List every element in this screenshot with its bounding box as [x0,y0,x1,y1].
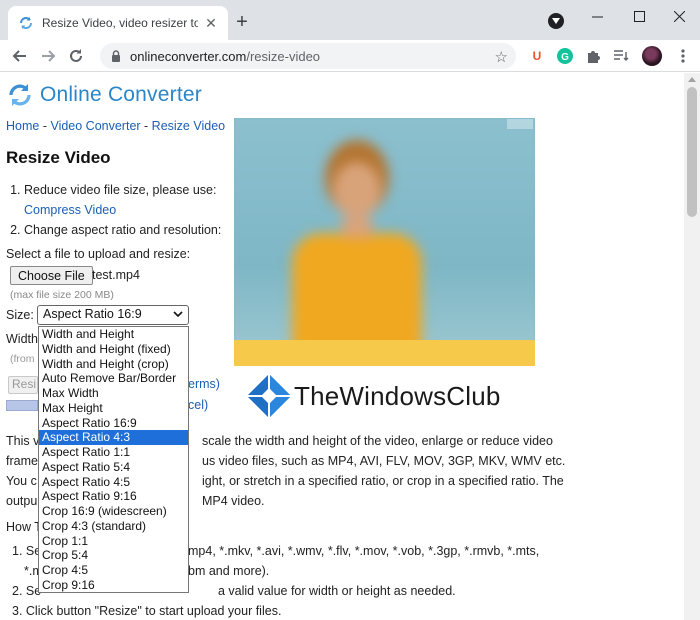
size-option[interactable]: Width and Height (fixed) [39,342,188,357]
size-option[interactable]: Max Height [39,401,188,416]
size-option[interactable]: Crop 4:5 [39,563,188,578]
browser-tab[interactable]: Resize Video, video resizer to sca ✕ [8,6,228,40]
size-select[interactable]: Aspect Ratio 16:9 [37,305,189,325]
step-item: Reduce video file size, please use: Comp… [24,180,234,220]
max-size-hint: (max file size 200 MB) [10,289,114,301]
minimize-icon[interactable] [576,4,618,28]
width-label: Width [6,332,38,346]
size-label: Size: [6,308,34,322]
page-title: Resize Video [6,148,111,167]
size-option[interactable]: Crop 16:9 (widescreen) [39,504,188,519]
size-option[interactable]: Crop 4:3 (standard) [39,519,188,534]
breadcrumb-video-converter[interactable]: Video Converter [50,119,140,133]
bookmark-star-icon[interactable]: ☆ [495,48,508,66]
menu-kebab-icon[interactable] [674,47,692,65]
size-option[interactable]: Aspect Ratio 1:1 [39,445,188,460]
windows-logo-icon [247,374,291,418]
svg-text:G: G [561,52,569,63]
advertisement-image[interactable] [234,118,535,366]
breadcrumb-resize-video[interactable]: Resize Video [152,119,225,133]
upload-progress-bar [6,400,38,411]
forward-arrow-icon[interactable] [36,44,60,68]
chevron-down-icon [173,307,183,321]
refresh-arrows-icon [9,84,31,106]
scroll-thumb[interactable] [687,87,697,217]
back-arrow-icon[interactable] [8,44,32,68]
url-text: onlineconverter.com/resize-video [130,48,321,64]
chevron-down-icon [552,18,560,24]
size-option[interactable]: Crop 1:1 [39,534,188,549]
size-dropdown-list[interactable]: Width and Height Width and Height (fixed)… [38,326,189,593]
address-bar[interactable]: onlineconverter.com/resize-video ☆ [100,43,516,69]
lock-icon[interactable] [110,50,122,62]
range-hint: (from [10,353,35,365]
reload-icon[interactable] [64,44,88,68]
refresh-arrows-icon [20,17,32,29]
close-window-icon[interactable] [658,4,700,28]
watermark: TheWindowsClub [247,374,501,418]
reading-list-icon[interactable] [612,47,630,65]
text-line: 3. Click button "Resize" to start upload… [12,604,282,618]
tab-strip: Resize Video, video resizer to sca ✕ + [0,0,700,40]
tab-title: Resize Video, video resizer to sca [42,16,198,30]
size-option[interactable]: Aspect Ratio 4:5 [39,475,188,490]
breadcrumb-home[interactable]: Home [6,119,39,133]
size-option[interactable]: Width and Height [39,327,188,342]
browser-window: Resize Video, video resizer to sca ✕ + [0,0,700,620]
site-logo[interactable]: Online Converter [6,81,202,109]
tab-search-icon[interactable] [548,13,564,29]
size-option[interactable]: Max Width [39,386,188,401]
page-content: Online Converter Home - Video Converter … [0,73,684,620]
extensions-puzzle-icon[interactable] [584,47,602,65]
ad-person-image [292,140,422,366]
resize-button[interactable]: Resi [8,376,38,394]
step-item: Change aspect ratio and resolution: [24,220,234,240]
size-option[interactable]: Crop 5:4 [39,548,188,563]
ublock-extension-icon[interactable]: U [528,47,546,65]
size-option[interactable]: Aspect Ratio 4:3 [39,430,188,445]
size-option[interactable]: Crop 9:16 [39,578,188,592]
watermark-text: TheWindowsClub [294,380,501,411]
size-option[interactable]: Aspect Ratio 16:9 [39,416,188,431]
cancel-link[interactable]: cel) [188,398,208,412]
selected-file-name: test.mp4 [92,268,140,282]
profile-avatar[interactable] [642,46,662,66]
size-option[interactable]: Width and Height (crop) [39,357,188,372]
page-scrollbar[interactable] [684,73,700,620]
ad-choices-icon[interactable] [507,119,533,129]
new-tab-icon[interactable]: + [230,10,254,34]
compress-video-link[interactable]: Compress Video [24,203,116,217]
browser-toolbar: onlineconverter.com/resize-video ☆ U G [0,40,700,72]
terms-link[interactable]: erms) [188,377,220,391]
size-option[interactable]: Aspect Ratio 9:16 [39,489,188,504]
logo-text: Online Converter [40,83,202,106]
grammarly-extension-icon[interactable]: G [556,47,574,65]
upload-label: Select a file to upload and resize: [6,247,191,261]
close-tab-icon[interactable]: ✕ [202,14,220,32]
intro-steps: Reduce video file size, please use: Comp… [24,180,234,240]
breadcrumb: Home - Video Converter - Resize Video [6,119,226,133]
size-option[interactable]: Aspect Ratio 5:4 [39,460,188,475]
howto-heading: How T [6,520,42,534]
size-option[interactable]: Auto Remove Bar/Border [39,371,188,386]
maximize-icon[interactable] [618,4,660,28]
choose-file-button[interactable]: Choose File [10,266,93,285]
scroll-up-icon[interactable] [688,77,696,82]
